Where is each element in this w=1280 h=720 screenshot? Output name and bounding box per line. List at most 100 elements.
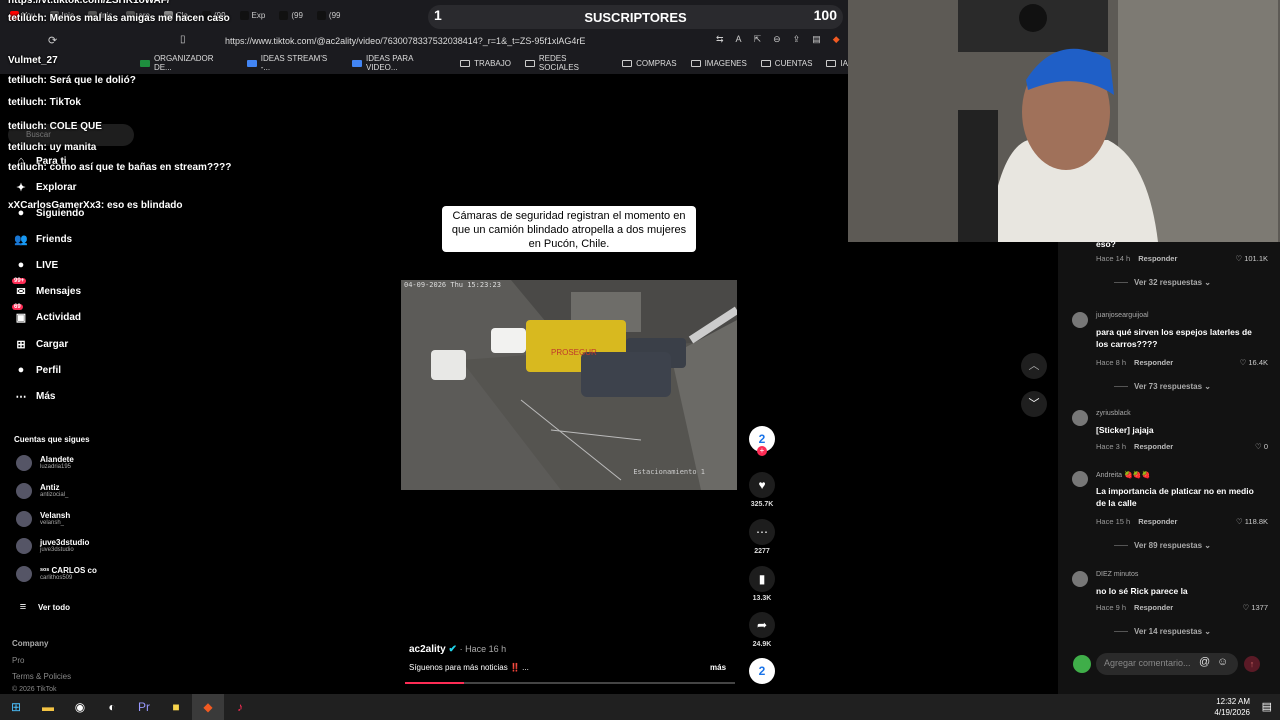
save-button[interactable]: ▮ 13.3K	[748, 566, 776, 602]
view-replies-button[interactable]: Ver 32 respuestas ⌄	[1114, 278, 1211, 287]
comment-username[interactable]: juanjosearguijoal	[1096, 312, 1149, 319]
comment-item: Andreita 🍓🍓🍓 La importancia de platicar n…	[1072, 471, 1268, 551]
url-field[interactable]: https://www.tiktok.com/@ac2ality/video/7…	[200, 33, 720, 49]
doc-icon	[246, 59, 257, 67]
sidebar-item-más[interactable]: ⋯ Más	[14, 389, 56, 403]
open-external-icon[interactable]: ⇱	[754, 34, 762, 45]
sidebar-item-friends[interactable]: 👥 Friends	[14, 232, 72, 246]
tiktok-app-icon[interactable]: ♪	[224, 694, 256, 720]
folder-icon	[690, 59, 701, 67]
comment-count: 2277	[754, 548, 770, 555]
browser-tab[interactable]: (99	[311, 4, 347, 26]
reply-button[interactable]: Responder	[1134, 358, 1173, 367]
bookmark-imagenes[interactable]: IMAGENES	[690, 59, 747, 68]
comment-like-button[interactable]: ♡ 101.1K	[1235, 254, 1268, 263]
translate-icon[interactable]: ⇆	[716, 34, 724, 45]
footer-terms[interactable]: Terms & Policies	[12, 672, 71, 681]
footer-program[interactable]: Pro	[12, 656, 24, 665]
bookmark-ideas-stream[interactable]: IDEAS STREAM'S -...	[246, 54, 338, 72]
heart-icon: ♥	[749, 472, 775, 498]
comment-username[interactable]: zyriusblack	[1096, 410, 1131, 417]
send-comment-button[interactable]: ↑	[1244, 656, 1260, 672]
follow-plus-icon[interactable]: +	[757, 446, 767, 456]
following-account[interactable]: Antiz antizocial_	[16, 483, 68, 499]
comment-like-button[interactable]: ♡ 16.4K	[1240, 358, 1268, 367]
avatar[interactable]	[1072, 410, 1088, 426]
share-button[interactable]: ➦ 24.9K	[748, 612, 776, 648]
previous-video-button[interactable]: ︿	[1021, 353, 1047, 379]
bookmark-compras[interactable]: COMPRAS	[622, 59, 677, 68]
system-clock[interactable]: 12:32 AM 4/19/2026	[1214, 696, 1250, 718]
bookmark-icon[interactable]: ▯	[180, 34, 186, 45]
reply-button[interactable]: Responder	[1138, 517, 1177, 526]
sidebar-item-explorar[interactable]: ✦ Explorar	[14, 180, 76, 194]
more-link[interactable]: más	[710, 663, 726, 672]
reload-icon[interactable]: ⟳	[48, 34, 57, 47]
footer-company[interactable]: Company	[12, 639, 48, 648]
mention-icon[interactable]: @	[1199, 656, 1210, 668]
emoji-icon[interactable]: ☺	[1217, 656, 1228, 668]
video-player[interactable]: PROSEGUR 04-09-2026 Thu 15:23:23 Estacio…	[401, 280, 737, 490]
premiere-icon[interactable]: Pr	[128, 694, 160, 720]
following-account[interactable]: Velansh velansh_	[16, 511, 70, 527]
view-replies-button[interactable]: Ver 73 respuestas ⌄	[1114, 382, 1211, 391]
sidebar-item-mensajes[interactable]: ✉ Mensajes 99+	[12, 278, 81, 298]
obs-icon[interactable]: ◉	[64, 694, 96, 720]
avatar[interactable]	[1072, 571, 1088, 587]
bookmark-trabajo[interactable]: TRABAJO	[460, 59, 511, 68]
text-icon[interactable]: A	[736, 34, 742, 45]
comment-username[interactable]: Andreita 🍓🍓🍓	[1096, 471, 1150, 479]
windows-start-icon[interactable]: ⊞	[0, 694, 32, 720]
browser-tab[interactable]: (99	[273, 4, 309, 26]
following-account[interactable]: ˢᵒˢ CARLOS co carlithos509	[16, 566, 97, 582]
brave-shield-icon[interactable]: ◆	[833, 34, 840, 45]
comment-like-button[interactable]: ♡ 1377	[1243, 603, 1269, 612]
chat-message: tetiluch: COLE QUE	[8, 121, 233, 132]
view-replies-button[interactable]: Ver 89 respuestas ⌄	[1114, 541, 1211, 550]
brave-browser-icon[interactable]: ◆	[192, 694, 224, 720]
subscriber-goal-count: 100	[813, 7, 837, 23]
bookmark-cuentas[interactable]: CUENTAS	[760, 59, 812, 68]
notifications-icon[interactable]: ▤	[1262, 700, 1272, 713]
avatar[interactable]	[1072, 471, 1088, 487]
like-button[interactable]: ♥ 325.7K	[748, 472, 776, 508]
sidebar-item-actividad[interactable]: ▣ Actividad 69	[12, 304, 81, 324]
bookmark-ia[interactable]: IA	[826, 59, 848, 68]
avatar	[16, 538, 32, 554]
comment-like-button[interactable]: ♡ 0	[1255, 442, 1268, 451]
comment-like-button[interactable]: ♡ 118.8K	[1236, 517, 1268, 526]
sidebar-item-live[interactable]: ● LIVE	[14, 258, 59, 272]
reply-button[interactable]: Responder	[1134, 442, 1173, 451]
browser-tab[interactable]: Exp	[234, 4, 272, 26]
sidebar-item-cargar[interactable]: ⊞ Cargar	[14, 337, 68, 351]
tab-favicon-icon	[239, 10, 249, 20]
compass-icon: ✦	[16, 181, 26, 194]
view-replies-button[interactable]: Ver 14 respuestas ⌄	[1114, 627, 1211, 636]
bookmark-ideas-video[interactable]: IDEAS PARA VIDEO...	[352, 54, 446, 72]
video-author[interactable]: ac2ality ✔ · Hace 16 h	[409, 644, 506, 655]
folder-icon	[760, 59, 771, 67]
music-disc-button[interactable]: 2	[748, 658, 776, 684]
app-icon[interactable]: ◐	[96, 694, 128, 720]
chat-username: tetiluch:	[8, 121, 47, 132]
avatar[interactable]	[1072, 312, 1088, 328]
next-video-button[interactable]: ﹀	[1021, 391, 1047, 417]
share-icon[interactable]: ⇪	[793, 34, 801, 45]
comment-button[interactable]: ⋯ 2277	[748, 519, 776, 555]
comment-meta: Hace 3 h Responder	[1096, 442, 1174, 451]
author-avatar-button[interactable]: 2 +	[748, 426, 776, 456]
reply-button[interactable]: Responder	[1138, 254, 1177, 263]
reader-icon[interactable]: ▤	[812, 34, 821, 45]
sticky-notes-icon[interactable]: ■	[160, 694, 192, 720]
video-progress-bar[interactable]	[405, 682, 735, 684]
file-explorer-icon[interactable]: ▬	[32, 694, 64, 720]
reply-button[interactable]: Responder	[1134, 603, 1173, 612]
sidebar-item-perfil[interactable]: ● Perfil	[14, 363, 61, 377]
avatar	[16, 511, 32, 527]
comment-username[interactable]: DIEZ minutos	[1096, 571, 1138, 578]
following-account[interactable]: Alandete luzadria195	[16, 455, 74, 471]
following-account[interactable]: juve3dstudio juve3dstudio	[16, 538, 89, 554]
bookmark-redes[interactable]: REDES SOCIALES	[524, 54, 608, 72]
see-all-link[interactable]: ≡ Ver todo	[16, 600, 70, 614]
zoom-icon[interactable]: ⊖	[773, 34, 781, 45]
